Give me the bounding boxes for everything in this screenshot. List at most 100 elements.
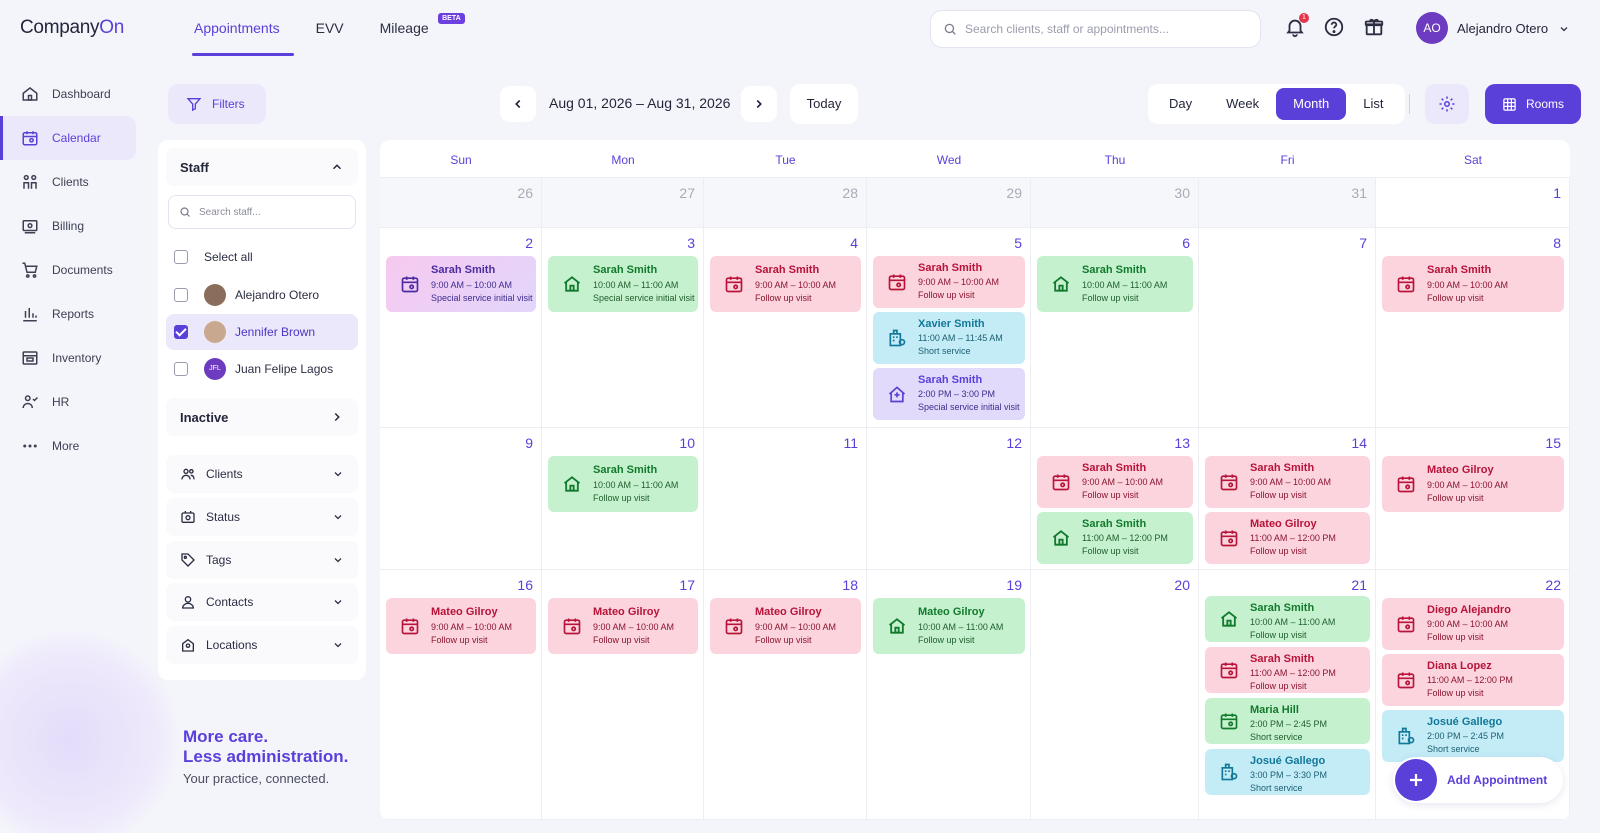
calendar-day-cell[interactable]: 13 Sarah Smith 9:00 AM – 10:00 AM Follow up…	[1031, 428, 1199, 570]
search-input[interactable]	[965, 22, 1245, 36]
view-week[interactable]: Week	[1209, 88, 1276, 120]
calendar-day-cell[interactable]: 7	[1199, 228, 1376, 428]
facet-status[interactable]: Status	[166, 498, 358, 536]
appointment-card[interactable]: Sarah Smith 9:00 AM – 10:00 AM Follow up v…	[873, 256, 1025, 308]
calendar-day-cell[interactable]: 31	[1199, 178, 1376, 228]
appointment-card[interactable]: Sarah Smith 11:00 AM – 12:00 PM Follow up …	[1205, 647, 1370, 693]
calendar-day-cell[interactable]: 14 Sarah Smith 9:00 AM – 10:00 AM Follow up…	[1199, 428, 1376, 570]
help-button[interactable]	[1323, 16, 1347, 40]
calendar-day-cell[interactable]: 19 Mateo Gilroy 10:00 AM – 11:00 AM Follow …	[867, 570, 1031, 820]
appointment-card[interactable]: Sarah Smith 10:00 AM – 11:00 AM Follow up …	[1037, 256, 1193, 312]
appointment-card[interactable]: Xavier Smith 11:00 AM – 11:45 AM Short ser…	[873, 312, 1025, 364]
appointment-card[interactable]: Mateo Gilroy 9:00 AM – 10:00 AM Follow up …	[710, 598, 861, 654]
facet-locations[interactable]: Locations	[166, 626, 358, 664]
staff-search-input[interactable]	[199, 206, 339, 218]
appointment-card[interactable]: Sarah Smith 9:00 AM – 10:00 AM Follow up v…	[1382, 256, 1564, 312]
calendar-day-cell[interactable]: 6 Sarah Smith 10:00 AM – 11:00 AM Follow up…	[1031, 228, 1199, 428]
today-button[interactable]: Today	[790, 84, 858, 124]
tab-appointments[interactable]: Appointments	[180, 0, 294, 56]
staff-row-jennifer[interactable]: Jennifer Brown	[166, 314, 358, 350]
staff-checkbox[interactable]	[174, 325, 188, 339]
staff-row-juan[interactable]: JFL Juan Felipe Lagos	[166, 351, 358, 387]
calendar-day-cell[interactable]: 1	[1376, 178, 1570, 228]
calendar-day-cell[interactable]: 15 Mateo Gilroy 9:00 AM – 10:00 AM Follow u…	[1376, 428, 1570, 570]
staff-row-alejandro[interactable]: Alejandro Otero	[166, 277, 358, 313]
view-list[interactable]: List	[1346, 88, 1400, 120]
sidebar-item-billing[interactable]: Billing	[0, 204, 140, 248]
sidebar-item-clients[interactable]: Clients	[0, 160, 140, 204]
global-search[interactable]	[930, 10, 1261, 48]
calendar-day-cell[interactable]: 18 Mateo Gilroy 9:00 AM – 10:00 AM Follow u…	[704, 570, 867, 820]
calendar-day-cell[interactable]: 5 Sarah Smith 9:00 AM – 10:00 AM Follow up …	[867, 228, 1031, 428]
sidebar-item-more[interactable]: More	[0, 424, 140, 468]
appointment-card[interactable]: Sarah Smith 10:00 AM – 11:00 AM Special se…	[548, 256, 698, 312]
appointment-card[interactable]: Mateo Gilroy 11:00 AM – 12:00 PM Follow up…	[1205, 512, 1370, 564]
tab-mileage[interactable]: Mileage BETA	[366, 0, 465, 56]
appointment-card[interactable]: Sarah Smith 10:00 AM – 11:00 AM Follow up …	[548, 456, 698, 512]
view-day[interactable]: Day	[1152, 88, 1209, 120]
filters-button[interactable]: Filters	[168, 84, 266, 124]
sidebar-item-documents[interactable]: Documents	[0, 248, 140, 292]
appointment-card[interactable]: Sarah Smith 11:00 AM – 12:00 PM Follow up …	[1037, 512, 1193, 564]
appointment-card[interactable]: Mateo Gilroy 9:00 AM – 10:00 AM Follow up …	[548, 598, 698, 654]
appointment-card[interactable]: Sarah Smith 10:00 AM – 11:00 AM Follow up …	[1205, 596, 1370, 642]
calendar-day-cell[interactable]: 11	[704, 428, 867, 570]
tab-evv[interactable]: EVV	[302, 0, 358, 56]
appointment-card[interactable]: Mateo Gilroy 9:00 AM – 10:00 AM Follow up …	[1382, 456, 1564, 512]
facet-contacts[interactable]: Contacts	[166, 583, 358, 621]
calendar-day-cell[interactable]: 28	[704, 178, 867, 228]
appointment-card[interactable]: Diana Lopez 11:00 AM – 12:00 PM Follow up …	[1382, 654, 1564, 706]
calendar-day-cell[interactable]: 3 Sarah Smith 10:00 AM – 11:00 AM Special s…	[542, 228, 704, 428]
staff-checkbox[interactable]	[174, 362, 188, 376]
calendar-day-cell[interactable]: 27	[542, 178, 704, 228]
notifications-button[interactable]: 1	[1284, 13, 1309, 40]
inactive-section-header[interactable]: Inactive	[166, 398, 358, 436]
sidebar-item-inventory[interactable]: Inventory	[0, 336, 140, 380]
calendar-day-cell[interactable]: 30	[1031, 178, 1199, 228]
prev-month-button[interactable]	[500, 86, 536, 122]
staff-section-header[interactable]: Staff	[166, 148, 358, 186]
calendar-day-cell[interactable]: 2 Sarah Smith 9:00 AM – 10:00 AM Special se…	[380, 228, 542, 428]
staff-checkbox[interactable]	[174, 288, 188, 302]
chevron-down-icon[interactable]	[1558, 23, 1570, 35]
calendar-day-cell[interactable]: 21 Sarah Smith 10:00 AM – 11:00 AM Follow u…	[1199, 570, 1376, 820]
appointment-card[interactable]: Sarah Smith 9:00 AM – 10:00 AM Follow up v…	[1205, 456, 1370, 508]
calendar-day-cell[interactable]: 17 Mateo Gilroy 9:00 AM – 10:00 AM Follow u…	[542, 570, 704, 820]
add-appointment-button[interactable]: Add Appointment	[1393, 757, 1563, 803]
calendar-day-cell[interactable]: 16 Mateo Gilroy 9:00 AM – 10:00 AM Follow u…	[380, 570, 542, 820]
calendar-day-cell[interactable]: 9	[380, 428, 542, 570]
select-all-row[interactable]: Select all	[166, 239, 358, 275]
calendar-day-cell[interactable]: 12	[867, 428, 1031, 570]
appointment-card[interactable]: Sarah Smith 9:00 AM – 10:00 AM Follow up v…	[710, 256, 861, 312]
appointment-card[interactable]: Maria Hill 2:00 PM – 2:45 PM Short service	[1205, 698, 1370, 744]
calendar-day-cell[interactable]: 4 Sarah Smith 9:00 AM – 10:00 AM Follow up …	[704, 228, 867, 428]
calendar-day-cell[interactable]: 20	[1031, 570, 1199, 820]
calendar-day-cell[interactable]: 8 Sarah Smith 9:00 AM – 10:00 AM Follow up …	[1376, 228, 1570, 428]
next-month-button[interactable]	[741, 86, 777, 122]
calendar-day-cell[interactable]: 10 Sarah Smith 10:00 AM – 11:00 AM Follow u…	[542, 428, 704, 570]
appointment-card[interactable]: Mateo Gilroy 10:00 AM – 11:00 AM Follow up…	[873, 598, 1025, 654]
appointment-card[interactable]: Mateo Gilroy 9:00 AM – 10:00 AM Follow up …	[386, 598, 536, 654]
select-all-checkbox[interactable]	[174, 250, 188, 264]
staff-search[interactable]	[168, 195, 356, 229]
appointment-card[interactable]: Sarah Smith 9:00 AM – 10:00 AM Special ser…	[386, 256, 536, 312]
gifts-button[interactable]	[1363, 16, 1387, 40]
appointment-card[interactable]: Sarah Smith 9:00 AM – 10:00 AM Follow up v…	[1037, 456, 1193, 508]
sidebar-item-reports[interactable]: Reports	[0, 292, 140, 336]
sidebar-item-dashboard[interactable]: Dashboard	[0, 72, 140, 116]
appointment-card[interactable]: Josué Gallego 3:00 PM – 3:30 PM Short serv…	[1205, 749, 1370, 795]
appointment-card[interactable]: Diego Alejandro 9:00 AM – 10:00 AM Follow …	[1382, 598, 1564, 650]
facet-clients[interactable]: Clients	[166, 455, 358, 493]
facet-tags[interactable]: Tags	[166, 541, 358, 579]
rooms-button[interactable]: Rooms	[1485, 84, 1581, 124]
calendar-day-cell[interactable]: 29	[867, 178, 1031, 228]
view-month[interactable]: Month	[1276, 88, 1347, 120]
appointment-card[interactable]: Josué Gallego 2:00 PM – 2:45 PM Short serv…	[1382, 710, 1564, 762]
appointment-card[interactable]: Sarah Smith 2:00 PM – 3:00 PM Special serv…	[873, 368, 1025, 420]
calendar-day-cell[interactable]: 26	[380, 178, 542, 228]
user-avatar[interactable]: AO	[1416, 12, 1448, 44]
sidebar-item-hr[interactable]: HR	[0, 380, 140, 424]
app-logo[interactable]: CompanyOn	[20, 17, 124, 39]
sidebar-item-calendar[interactable]: Calendar	[0, 116, 136, 160]
calendar-settings-button[interactable]	[1425, 84, 1469, 124]
